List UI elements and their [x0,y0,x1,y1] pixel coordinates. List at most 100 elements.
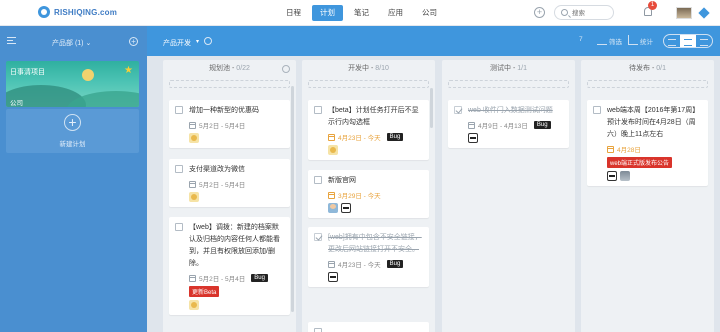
add-task-area[interactable] [169,80,290,88]
search-icon [561,9,568,16]
avatar[interactable] [328,203,338,213]
task-checkbox[interactable] [175,223,183,231]
brand-name: RISHIQING.com [54,7,118,17]
task-card[interactable]: 增加一种新型的优惠码 5月2日 - 5月4日 [169,100,290,148]
assignees [189,192,284,202]
chevron-down-icon[interactable]: ▾ [196,38,199,45]
column-count: 0/1 [656,65,666,72]
task-title: 增加一种新型的优惠码 [189,107,259,114]
avatar[interactable] [189,300,199,310]
menu-icon[interactable] [7,37,16,44]
calendar-icon [328,191,335,199]
task-card[interactable]: 【web】调拨：新建的档案默认及归档的内容任何人都能看到，并且有权限放回添加/删… [169,217,290,315]
task-card[interactable]: web端本周【2016年第17周】预计发布时间在4月28日（周六）晚上11点左右… [587,100,708,186]
column-count: 0/22 [236,65,250,72]
task-checkbox[interactable] [314,176,322,184]
board-title[interactable]: 产品开发 [163,38,191,48]
column-header[interactable]: 测试中 - 1/1 [442,60,575,78]
calendar-icon [189,180,196,188]
nav-notes[interactable]: 笔记 [346,5,377,21]
column-header[interactable]: 开发中 - 8/10 [302,60,435,78]
nav-apps[interactable]: 应用 [380,5,411,21]
new-plan-label: 新建计划 [59,141,86,148]
avatar[interactable] [189,192,199,202]
brand-logo[interactable]: RISHIQING.com [38,6,117,18]
date-text: 4月23日 - 今天 [338,262,381,269]
quick-add-icon[interactable]: + [534,7,545,18]
avatar[interactable] [341,203,351,213]
task-date: 5月2日 - 5月4日 [189,120,284,130]
vip-diamond-icon[interactable] [698,7,710,19]
avatar[interactable] [620,171,630,181]
avatar[interactable] [189,133,199,143]
filter-icon[interactable] [597,35,607,45]
member-count: 7 [579,36,583,43]
timeline-view-button[interactable] [696,35,712,47]
avatar[interactable] [468,133,478,143]
chevron-down-icon[interactable] [282,65,290,73]
nav-schedule[interactable]: 日程 [278,5,309,21]
task-card[interactable]: 【beta】计划任务打开后不显示行内勾选框 4月23日 - 今天 Bug [308,100,429,160]
avatar[interactable] [328,272,338,282]
list-view-button[interactable] [664,35,680,47]
task-checkbox[interactable] [454,106,462,114]
column-header[interactable]: 待发布 - 0/1 [581,60,714,78]
stats-button[interactable]: 统计 [640,36,653,46]
scrollbar[interactable] [430,88,433,128]
new-plan-button[interactable]: + 新建计划 [6,109,139,153]
assignees [189,133,284,143]
star-icon[interactable]: ★ [124,65,133,76]
task-title: 新版官网 [328,177,356,184]
project-card[interactable]: 日事清项目 公司 ★ [6,61,139,107]
task-checkbox[interactable] [175,165,183,173]
kanban-column: 测试中 - 1/1 web 收件门入数据测试问题 4月9日 - 4月13日 Bug [442,60,575,332]
search-box[interactable] [554,5,614,20]
view-toggle [663,34,713,48]
add-plan-icon[interactable]: + [129,37,138,46]
task-date: 4月23日 - 今天 Bug [328,259,423,269]
calendar-icon [328,260,335,268]
column-header[interactable]: 规划池 - 0/22 [163,60,296,78]
assignees [328,145,423,155]
board-toolbar: 产品开发 ▾ 7 筛选 统计 [147,26,720,56]
task-card[interactable]: web 收件门入数据测试问题 4月9日 - 4月13日 Bug [448,100,569,148]
add-task-area[interactable] [448,80,569,88]
task-checkbox[interactable] [175,106,183,114]
column-count: 8/10 [375,65,389,72]
calendar-icon [189,274,196,282]
scrollbar[interactable] [291,86,294,312]
task-title: 支付渠道改为微信 [189,166,245,173]
assignees [607,171,702,181]
stats-icon[interactable] [628,35,638,45]
task-checkbox[interactable] [314,106,322,114]
search-input[interactable] [572,8,610,18]
gear-icon[interactable] [204,37,212,45]
bug-badge: Bug [533,121,551,129]
task-checkbox[interactable] [593,106,601,114]
board-view-button[interactable] [680,35,696,47]
filter-button[interactable]: 筛选 [609,36,622,46]
release-tag[interactable]: 更新Beta [189,286,220,297]
task-checkbox[interactable] [314,233,322,241]
add-task-area[interactable] [308,80,429,88]
nav-company[interactable]: 公司 [414,5,445,21]
add-task-area[interactable] [587,80,708,88]
date-text: 4月23日 - 今天 [338,135,381,142]
column-name: 规划池 [209,65,231,72]
task-checkbox[interactable] [314,328,322,332]
task-card[interactable]: [web]拥有中包含不安全链接，更改后网站链接打开不安全。 4月23日 - 今天… [308,227,429,287]
project-subtitle: 公司 [10,100,23,107]
user-avatar[interactable] [676,7,692,19]
date-text: 4月28日 [617,147,641,154]
date-text: 5月2日 - 5月4日 [199,123,246,130]
department-selector[interactable]: 产品部 (1) ⌄ [52,38,91,48]
task-card[interactable]: 新版官网 3月29日 - 今天 [308,170,429,218]
avatar[interactable] [328,145,338,155]
task-title: web端本周【2016年第17周】预计发布时间在4月28日（周六）晚上11点左右 [607,107,700,138]
avatar[interactable] [607,171,617,181]
task-card[interactable] [308,322,429,332]
calendar-icon [328,133,335,141]
task-card[interactable]: 支付渠道改为微信 5月2日 - 5月4日 [169,159,290,207]
release-tag[interactable]: web端正式版发布公告 [607,157,673,168]
nav-plan[interactable]: 计划 [312,5,343,21]
